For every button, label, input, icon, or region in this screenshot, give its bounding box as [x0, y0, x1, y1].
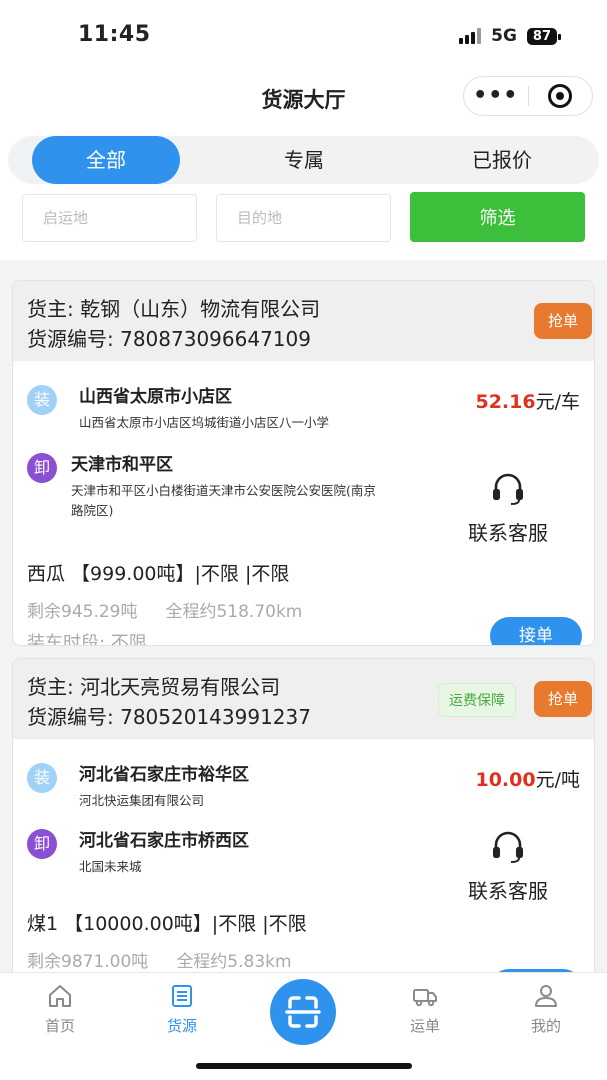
- tabbar-cargo-label: 货源: [166, 1017, 197, 1035]
- nav-bar: 货源大厅 •••: [0, 70, 607, 128]
- origin-input[interactable]: 启运地: [22, 194, 197, 242]
- load-city: 山西省太原市小店区: [79, 387, 232, 407]
- battery-icon: 87: [526, 27, 562, 45]
- price: 10.00元/吨: [475, 765, 580, 792]
- unload-stop: 卸 天津市和平区 天津市和平区小白楼街道天津市公安医院公安医院(南京路院区): [27, 453, 381, 521]
- load-badge: 装: [27, 763, 57, 793]
- unload-address: 北国未来城: [79, 859, 142, 874]
- unload-address: 天津市和平区小白楼街道天津市公安医院公安医院(南京路院区): [71, 483, 376, 518]
- grab-order-button[interactable]: 抢单: [533, 681, 592, 717]
- contact-service-button[interactable]: 联系客服: [458, 829, 558, 904]
- loading-period: 装车时段: 不限: [27, 633, 147, 646]
- load-stop: 装 山西省太原市小店区 山西省太原市小店区坞城街道小店区八一小学: [27, 385, 389, 433]
- grab-order-button[interactable]: 抢单: [533, 303, 592, 339]
- user-icon: [535, 985, 557, 1007]
- signal-icon: [459, 28, 482, 44]
- remaining-weight: 剩余9871.00吨: [27, 952, 149, 972]
- tab-all[interactable]: 全部: [32, 136, 180, 184]
- scan-icon: [285, 996, 321, 1028]
- load-city: 河北省石家庄市裕华区: [79, 765, 249, 785]
- unload-badge: 卸: [27, 829, 57, 859]
- unload-stop: 卸 河北省石家庄市桥西区 北国未来城: [27, 829, 389, 877]
- load-address: 山西省太原市小店区坞城街道小店区八一小学: [79, 415, 330, 430]
- cargo-card[interactable]: 货主: 乾钢（山东）物流有限公司 货源编号: 780873096647109 抢…: [12, 280, 595, 646]
- contact-service-label: 联系客服: [468, 521, 548, 545]
- tabbar-cargo[interactable]: 货源: [142, 983, 222, 1036]
- load-badge: 装: [27, 385, 57, 415]
- tab-quoted[interactable]: 已报价: [428, 136, 576, 184]
- cargo-card[interactable]: 货主: 河北天亮贸易有限公司 货源编号: 780520143991237 运费保…: [12, 658, 595, 972]
- price: 52.16元/车: [475, 387, 580, 414]
- source-number: 货源编号: 780873096647109: [27, 327, 311, 351]
- load-address: 河北快运集团有限公司: [79, 793, 205, 808]
- tabbar-home-label: 首页: [44, 1017, 75, 1035]
- home-indicator: [196, 1063, 412, 1069]
- load-stop: 装 河北省石家庄市裕华区 河北快运集团有限公司: [27, 763, 389, 811]
- goods-info: 西瓜 【999.00吨】|不限 |不限: [27, 563, 290, 585]
- price-unit: 元/吨: [535, 769, 580, 791]
- price-unit: 元/车: [535, 391, 580, 413]
- unload-city: 天津市和平区: [71, 455, 173, 475]
- close-miniprogram-button[interactable]: [529, 84, 593, 108]
- contact-service-button[interactable]: 联系客服: [458, 471, 558, 546]
- headset-icon: [493, 831, 523, 863]
- distance: 全程约518.70km: [165, 602, 303, 622]
- filter-button[interactable]: 筛选: [410, 192, 585, 242]
- source-number: 货源编号: 780520143991237: [27, 705, 311, 729]
- list-icon: [172, 985, 192, 1007]
- price-value: 10.00: [475, 769, 536, 791]
- truck-icon: [413, 989, 437, 1007]
- accept-order-button[interactable]: 接单: [490, 617, 582, 645]
- tabbar-mine-label: 我的: [530, 1017, 561, 1035]
- tabbar-home[interactable]: 首页: [20, 983, 100, 1036]
- card-header: 货主: 乾钢（山东）物流有限公司 货源编号: 780873096647109 抢…: [13, 281, 594, 361]
- tabbar-mine[interactable]: 我的: [506, 983, 586, 1036]
- network-type: 5G: [491, 26, 517, 46]
- more-button[interactable]: •••: [464, 78, 528, 114]
- card-meta: 剩余9871.00吨 全程约5.83km: [27, 947, 292, 972]
- price-value: 52.16: [475, 391, 536, 413]
- target-icon: [548, 84, 573, 108]
- home-icon: [49, 985, 71, 1007]
- tab-bar: 全部 专属 已报价: [8, 136, 599, 184]
- tab-exclusive[interactable]: 专属: [230, 136, 378, 184]
- card-header: 货主: 河北天亮贸易有限公司 货源编号: 780520143991237 运费保…: [13, 659, 594, 739]
- card-meta: 剩余945.29吨 全程约518.70km: [27, 597, 302, 622]
- tabbar-waybill-label: 运单: [409, 1017, 440, 1035]
- status-time: 11:45: [78, 22, 151, 47]
- unload-badge: 卸: [27, 453, 57, 483]
- filter-area: 全部 专属 已报价 启运地 目的地 筛选: [0, 128, 607, 260]
- headset-icon: [493, 473, 523, 505]
- unload-city: 河北省石家庄市桥西区: [79, 831, 249, 851]
- freight-guarantee-badge: 运费保障: [438, 683, 516, 717]
- miniprogram-capsule: •••: [463, 76, 593, 116]
- distance: 全程约5.83km: [176, 952, 292, 972]
- destination-input[interactable]: 目的地: [216, 194, 391, 242]
- goods-info: 煤1 【10000.00吨】|不限 |不限: [27, 913, 307, 935]
- scan-button[interactable]: [270, 979, 336, 1045]
- remaining-weight: 剩余945.29吨: [27, 602, 138, 622]
- status-bar: 11:45 5G 87: [0, 0, 607, 70]
- cargo-list: 货主: 乾钢（山东）物流有限公司 货源编号: 780873096647109 抢…: [0, 260, 607, 972]
- shipper-name: 货主: 乾钢（山东）物流有限公司: [27, 297, 321, 321]
- tabbar-waybill[interactable]: 运单: [385, 983, 465, 1036]
- shipper-name: 货主: 河北天亮贸易有限公司: [27, 675, 281, 699]
- contact-service-label: 联系客服: [468, 879, 548, 903]
